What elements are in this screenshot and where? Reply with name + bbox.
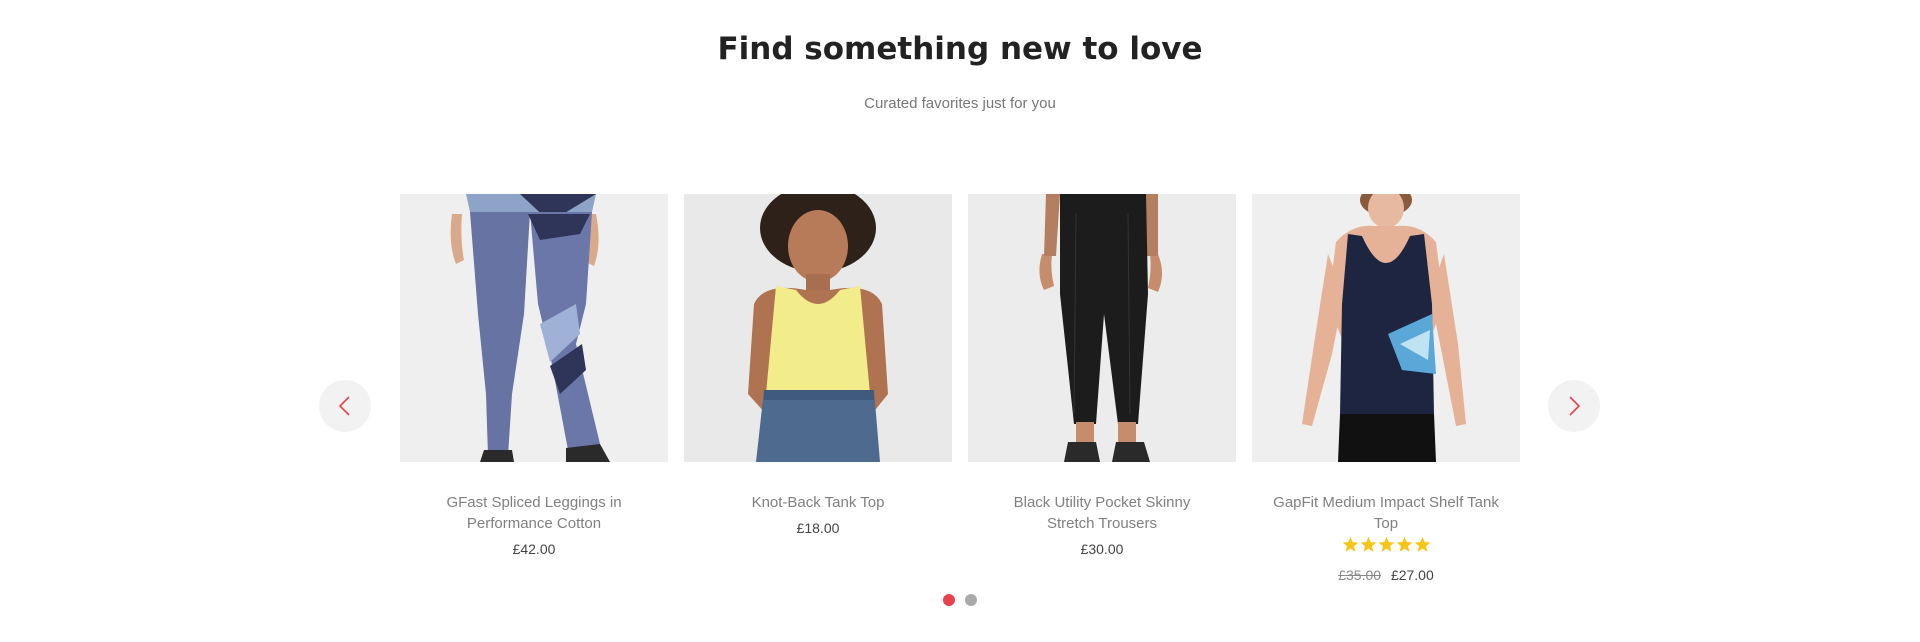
product-carousel: GFast Spliced Leggings in Performance Co… <box>400 194 1520 594</box>
product-price: £42.00 <box>512 541 556 557</box>
product-image[interactable] <box>684 194 952 462</box>
carousel-prev-button[interactable] <box>319 380 371 432</box>
product-price: £18.00 <box>796 520 840 536</box>
recommendations-section: Find something new to love Curated favor… <box>0 0 1920 642</box>
star-icon <box>1414 536 1430 552</box>
product-image[interactable] <box>400 194 668 462</box>
chevron-left-icon <box>338 396 350 416</box>
section-title: Find something new to love <box>717 31 1203 67</box>
product-image[interactable] <box>968 194 1236 462</box>
product-card[interactable]: GFast Spliced Leggings in Performance Co… <box>400 194 668 558</box>
product-image[interactable] <box>1252 194 1520 462</box>
product-price-row: £35.00 £27.00 <box>1252 566 1520 584</box>
star-icon <box>1360 536 1376 552</box>
star-icon <box>1378 536 1394 552</box>
carousel-dot-2[interactable] <box>965 594 977 606</box>
carousel-next-button[interactable] <box>1548 380 1600 432</box>
product-name[interactable]: Black Utility Pocket Skinny Stretch Trou… <box>968 492 1236 534</box>
product-price: £27.00 <box>1390 567 1434 583</box>
product-name[interactable]: GFast Spliced Leggings in Performance Co… <box>400 492 668 534</box>
product-card[interactable]: GapFit Medium Impact Shelf Tank Top £35.… <box>1252 194 1520 584</box>
product-card[interactable]: Black Utility Pocket Skinny Stretch Trou… <box>968 194 1236 558</box>
carousel-pagination <box>0 594 1920 606</box>
product-card[interactable]: Knot-Back Tank Top £18.00 <box>684 194 952 537</box>
product-rating <box>1252 536 1520 558</box>
product-name[interactable]: Knot-Back Tank Top <box>684 492 952 513</box>
chevron-right-icon <box>1569 396 1581 416</box>
star-icon <box>1342 536 1358 552</box>
product-old-price: £35.00 <box>1338 567 1382 583</box>
carousel-dot-1[interactable] <box>943 594 955 606</box>
product-price: £30.00 <box>1080 541 1124 557</box>
star-icon <box>1396 536 1412 552</box>
section-subtitle: Curated favorites just for you <box>864 95 1056 112</box>
product-name[interactable]: GapFit Medium Impact Shelf Tank Top <box>1252 492 1520 534</box>
